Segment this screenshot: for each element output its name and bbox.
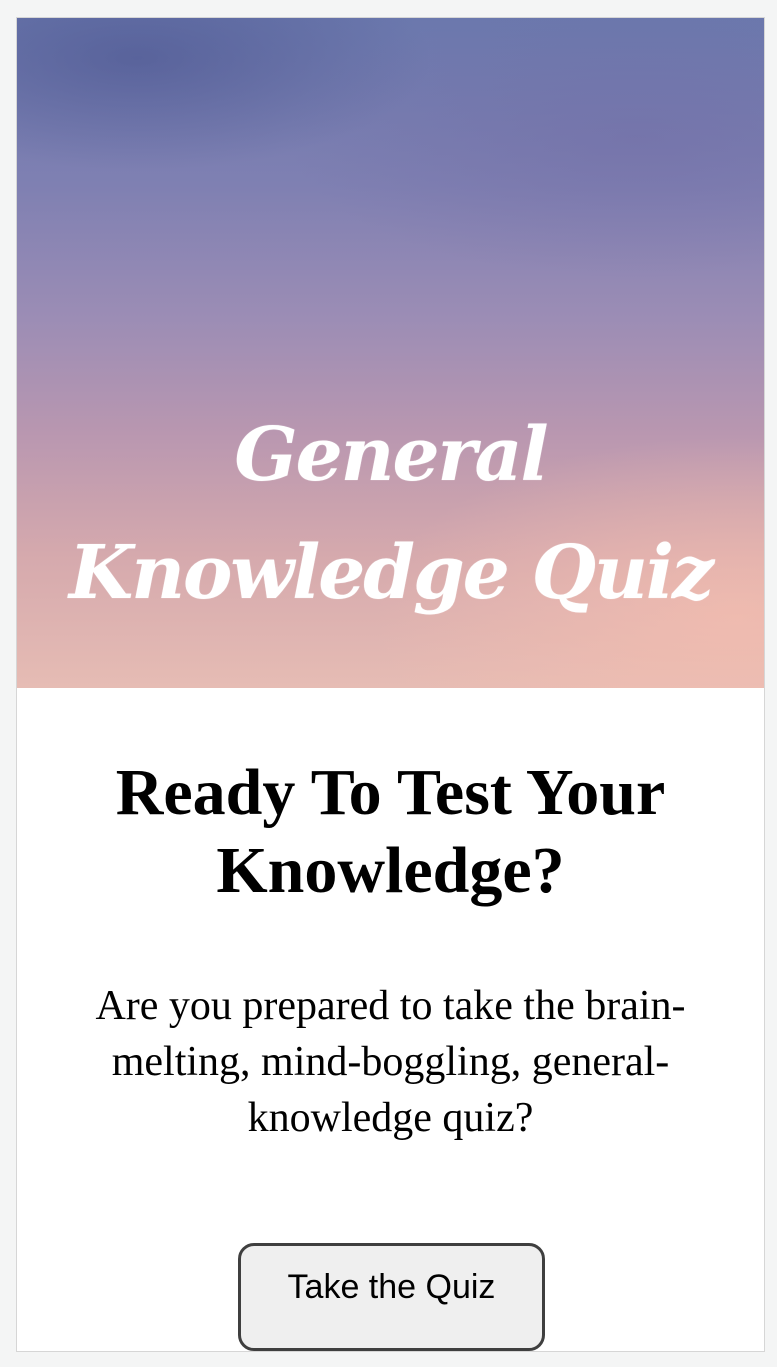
quiz-intro-card: General Knowledge Quiz Ready To Test You… bbox=[16, 17, 765, 1352]
intro-heading: Ready To Test Your Knowledge? bbox=[115, 756, 666, 907]
intro-description: Are you prepared to take the brain-melti… bbox=[95, 983, 686, 1141]
take-quiz-button[interactable]: Take the Quiz bbox=[238, 1243, 545, 1351]
hero-banner: General Knowledge Quiz bbox=[17, 18, 764, 688]
intro-content: Ready To Test Your Knowledge? Are you pr… bbox=[17, 688, 764, 1351]
hero-title: General Knowledge Quiz bbox=[68, 412, 714, 616]
